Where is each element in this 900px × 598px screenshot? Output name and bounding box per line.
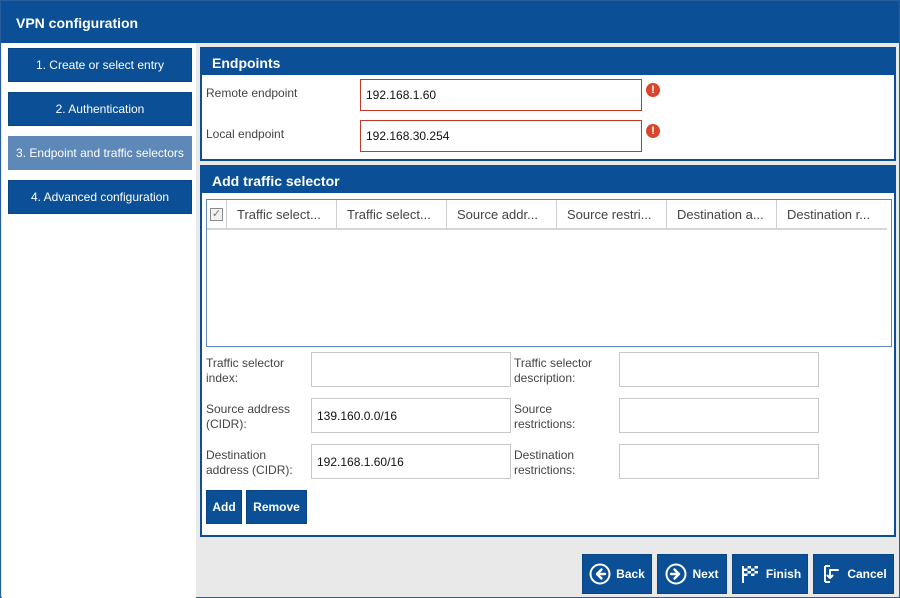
- remove-button[interactable]: Remove: [246, 490, 307, 524]
- grid-column-header[interactable]: Traffic select...: [227, 200, 337, 228]
- traffic-selector-index-label: Traffic selector index:: [206, 356, 285, 385]
- checkered-flag-icon: [739, 563, 761, 585]
- next-button[interactable]: Next: [657, 554, 727, 594]
- source-restrictions-input[interactable]: [619, 398, 819, 433]
- local-endpoint-error-icon: !: [646, 124, 660, 138]
- back-label: Back: [616, 567, 645, 581]
- cancel-button[interactable]: Cancel: [813, 554, 894, 594]
- nav-create-select-entry[interactable]: 1. Create or select entry: [8, 48, 192, 82]
- finish-label: Finish: [765, 567, 802, 581]
- source-address-label: Source address (CIDR):: [206, 402, 291, 431]
- traffic-selector-grid[interactable]: ✓ Traffic select... Traffic select... So…: [206, 199, 892, 347]
- add-button[interactable]: Add: [206, 490, 242, 524]
- grid-select-all-checkbox[interactable]: ✓: [207, 200, 227, 228]
- vpn-config-window: VPN configuration 1. Create or select en…: [0, 0, 900, 598]
- local-endpoint-label: Local endpoint: [206, 127, 285, 141]
- grid-column-header[interactable]: Source addr...: [447, 200, 557, 228]
- grid-column-header[interactable]: Destination a...: [667, 200, 777, 228]
- remote-endpoint-error-icon: !: [646, 83, 660, 97]
- sidebar: 1. Create or select entry 2. Authenticat…: [2, 43, 196, 598]
- back-button[interactable]: Back: [582, 554, 652, 594]
- endpoints-title: Endpoints: [202, 49, 894, 75]
- finish-button[interactable]: Finish: [732, 554, 808, 594]
- traffic-selector-description-input[interactable]: [619, 352, 819, 387]
- destination-address-input[interactable]: 192.168.1.60/16: [311, 444, 511, 479]
- check-icon: ✓: [210, 207, 223, 221]
- remote-endpoint-input[interactable]: 192.168.1.60: [360, 79, 642, 111]
- traffic-selector-panel: Add traffic selector ✓ Traffic select...…: [200, 165, 896, 537]
- destination-address-label: Destination address (CIDR):: [206, 448, 293, 477]
- source-restrictions-label: Source restrictions:: [514, 402, 576, 431]
- grid-header: ✓ Traffic select... Traffic select... So…: [207, 200, 887, 230]
- window-title: VPN configuration: [1, 1, 899, 43]
- nav-endpoint-traffic-selectors[interactable]: 3. Endpoint and traffic selectors: [8, 136, 192, 170]
- traffic-selector-title: Add traffic selector: [202, 167, 894, 193]
- traffic-selector-description-label: Traffic selector description:: [514, 356, 593, 385]
- exit-door-icon: [820, 563, 842, 585]
- grid-column-header[interactable]: Source restri...: [557, 200, 667, 228]
- remote-endpoint-label: Remote endpoint: [206, 86, 298, 100]
- local-endpoint-input[interactable]: 192.168.30.254: [360, 120, 642, 152]
- traffic-selector-index-input[interactable]: [311, 352, 511, 387]
- arrow-right-circle-icon: [665, 563, 687, 585]
- cancel-label: Cancel: [847, 567, 887, 581]
- arrow-left-circle-icon: [589, 563, 611, 585]
- grid-column-header[interactable]: Destination r...: [777, 200, 887, 228]
- nav-authentication[interactable]: 2. Authentication: [8, 92, 192, 126]
- destination-restrictions-label: Destination restrictions:: [514, 448, 576, 477]
- destination-restrictions-input[interactable]: [619, 444, 819, 479]
- grid-column-header[interactable]: Traffic select...: [337, 200, 447, 228]
- source-address-input[interactable]: 139.160.0.0/16: [311, 398, 511, 433]
- next-label: Next: [692, 567, 719, 581]
- nav-advanced-configuration[interactable]: 4. Advanced configuration: [8, 180, 192, 214]
- endpoints-panel: Endpoints Remote endpoint 192.168.1.60 !…: [200, 47, 896, 161]
